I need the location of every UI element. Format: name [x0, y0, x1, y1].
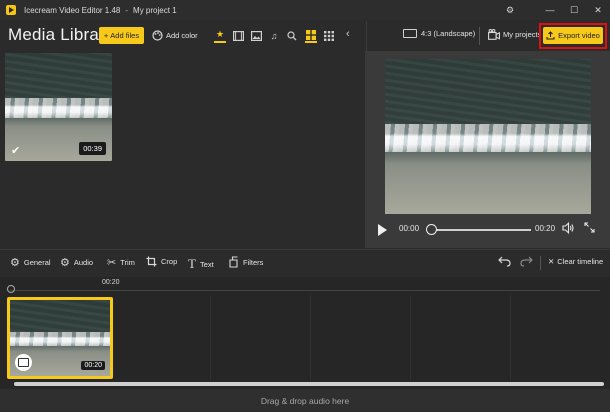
playhead-handle[interactable]: [7, 285, 15, 293]
collapse-panel-chevron-icon[interactable]: ‹: [346, 28, 350, 40]
redo-icon[interactable]: [520, 255, 533, 270]
preview-toolbar: 4:3 (Landscape) My projects Export video: [366, 21, 610, 51]
crop-icon: [146, 256, 157, 267]
timeline: 00:20 00:20 Drag & drop audio here: [0, 277, 610, 412]
app-title: Icecream Video Editor 1.48: [24, 5, 121, 15]
add-files-button[interactable]: + Add files: [99, 27, 144, 44]
preview-video[interactable]: [385, 59, 591, 214]
play-icon[interactable]: [378, 224, 387, 236]
video-track: 00:20: [0, 295, 610, 381]
general-tool-label: General: [23, 258, 51, 267]
ruler-time-label: 00:20: [102, 279, 120, 286]
export-upload-icon: [546, 31, 555, 40]
title-bar: Icecream Video Editor 1.48 - My project …: [0, 0, 610, 20]
media-library-title: Media Library: [8, 25, 114, 44]
my-projects-button[interactable]: My projects: [488, 29, 541, 40]
projects-camera-icon: [488, 29, 500, 40]
media-item[interactable]: ✔ 00:39: [5, 53, 112, 161]
view-mode-group: [305, 27, 335, 44]
current-time: 00:00: [399, 224, 420, 233]
my-projects-label: My projects: [503, 30, 542, 39]
crop-tool-button[interactable]: Crop: [146, 256, 177, 267]
timeline-scrollbar[interactable]: [0, 381, 610, 388]
trim-tool-label: Trim: [120, 258, 135, 267]
app-logo-icon: [6, 5, 16, 15]
gear-icon: ⚙: [10, 257, 20, 269]
track-grid-line: [510, 295, 511, 381]
export-video-button[interactable]: Export video: [543, 27, 603, 44]
seek-bar[interactable]: [431, 229, 531, 231]
edit-toolbar-divider: [540, 256, 541, 270]
fullscreen-icon[interactable]: [584, 222, 595, 236]
clip-duration: 00:20: [81, 361, 105, 370]
media-duration: 00:39: [79, 142, 106, 155]
undo-icon[interactable]: [498, 255, 511, 270]
music-filter-icon[interactable]: ♫: [268, 29, 280, 43]
aspect-ratio-selector[interactable]: 4:3 (Landscape): [403, 29, 475, 38]
media-library-panel: ✔ 00:39: [0, 51, 365, 248]
small-grid-view-icon[interactable]: [323, 29, 335, 43]
subtitle-icon[interactable]: [15, 354, 32, 371]
clear-x-icon: ✕: [548, 257, 555, 266]
clear-timeline-label: Clear timeline: [557, 257, 604, 266]
filters-tool-button[interactable]: Filters: [228, 256, 263, 268]
timeline-clip[interactable]: 00:20: [7, 297, 113, 379]
track-grid-line: [410, 295, 411, 381]
audio-tool-label: Audio: [73, 258, 94, 267]
trim-tool-button[interactable]: ✂ Trim: [107, 256, 135, 269]
volume-icon[interactable]: [562, 221, 575, 237]
text-icon: T: [188, 256, 196, 271]
ruler-line: [10, 290, 600, 291]
video-filter-icon[interactable]: [232, 29, 244, 43]
search-icon[interactable]: [286, 29, 298, 43]
add-color-button[interactable]: Add color: [152, 27, 198, 44]
image-filter-icon[interactable]: [250, 29, 262, 43]
add-files-label: Add files: [110, 31, 140, 40]
scissors-icon: ✂: [107, 257, 117, 269]
player-controls: 00:00 00:20: [365, 219, 610, 241]
close-button[interactable]: ✕: [586, 0, 610, 20]
large-grid-view-icon[interactable]: [305, 29, 317, 43]
timeline-ruler: 00:20: [0, 277, 610, 293]
favorites-star-icon[interactable]: ★: [214, 29, 226, 43]
track-grid-line: [310, 295, 311, 381]
title-separator: -: [125, 5, 129, 15]
window-controls: ⚙ — ☐ ✕: [498, 0, 610, 20]
export-video-label: Export video: [558, 31, 600, 40]
toolbar-divider: [479, 27, 480, 45]
palette-icon: [152, 30, 163, 41]
scrollbar-thumb[interactable]: [14, 382, 604, 386]
filters-tool-label: Filters: [243, 257, 264, 267]
general-tool-button[interactable]: ⚙ General: [10, 256, 51, 269]
aspect-ratio-icon: [403, 29, 417, 38]
track-grid-line: [210, 295, 211, 381]
edit-toolbar: ⚙ General ⚙ Audio ✂ Trim Crop T Text Fil…: [0, 249, 610, 276]
plus-icon: +: [103, 31, 109, 40]
project-title: My project 1: [133, 5, 177, 15]
audio-drop-zone[interactable]: Drag & drop audio here: [0, 389, 610, 412]
preview-panel: 00:00 00:20: [365, 51, 610, 248]
add-color-label: Add color: [166, 31, 198, 40]
filters-icon: [229, 256, 238, 268]
text-tool-button[interactable]: T Text: [188, 256, 214, 272]
seek-handle[interactable]: [426, 224, 437, 235]
audio-tool-button[interactable]: ⚙ Audio: [60, 256, 93, 269]
settings-gear-icon[interactable]: ⚙: [498, 0, 522, 20]
checkmark-icon: ✔: [11, 145, 21, 157]
clear-timeline-button[interactable]: ✕ Clear timeline: [548, 257, 603, 266]
total-time: 00:20: [535, 224, 556, 233]
aspect-ratio-label: 4:3 (Landscape): [421, 29, 476, 38]
crop-tool-label: Crop: [161, 257, 178, 266]
minimize-button[interactable]: —: [538, 0, 562, 20]
maximize-button[interactable]: ☐: [562, 0, 586, 20]
text-tool-label: Text: [199, 259, 214, 269]
audio-drop-label: Drag & drop audio here: [260, 395, 350, 406]
audio-gear-icon: ⚙: [60, 257, 70, 269]
media-filter-group: ★ ♫: [214, 27, 298, 44]
preview-frame-image: [385, 59, 591, 214]
